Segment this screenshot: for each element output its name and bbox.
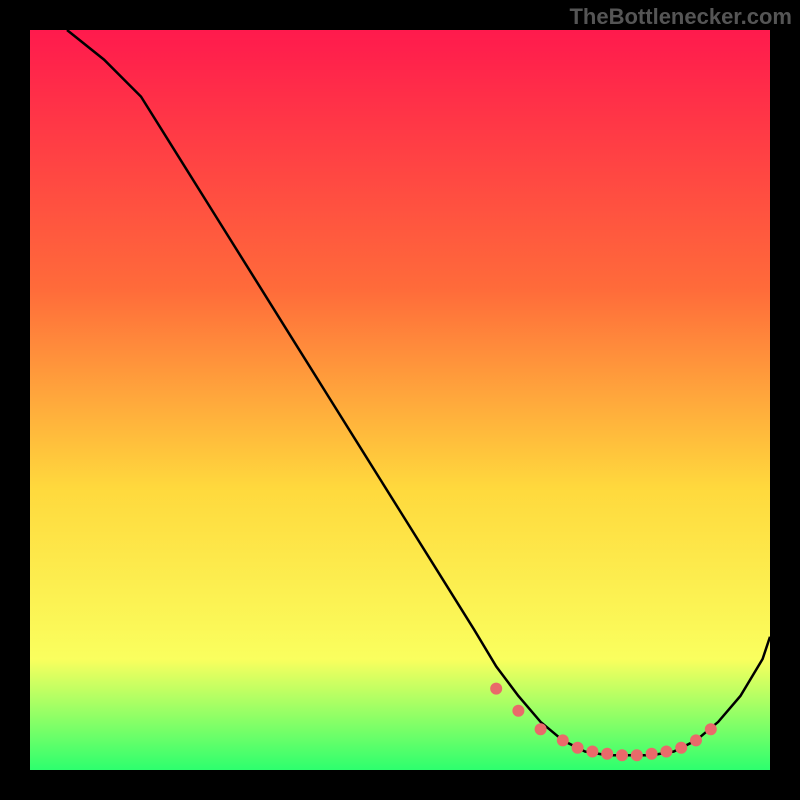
marker-dot [631,749,643,761]
marker-dot [601,748,613,760]
marker-dot [512,705,524,717]
bottleneck-chart [30,30,770,770]
marker-dot [616,749,628,761]
marker-dot [535,723,547,735]
chart-container: TheBottlenecker.com [0,0,800,800]
marker-dot [490,683,502,695]
marker-dot [705,723,717,735]
gradient-background [30,30,770,770]
marker-dot [660,746,672,758]
marker-dot [557,734,569,746]
attribution-text: TheBottlenecker.com [569,4,792,30]
marker-dot [690,734,702,746]
marker-dot [586,746,598,758]
marker-dot [675,742,687,754]
marker-dot [646,748,658,760]
marker-dot [572,742,584,754]
